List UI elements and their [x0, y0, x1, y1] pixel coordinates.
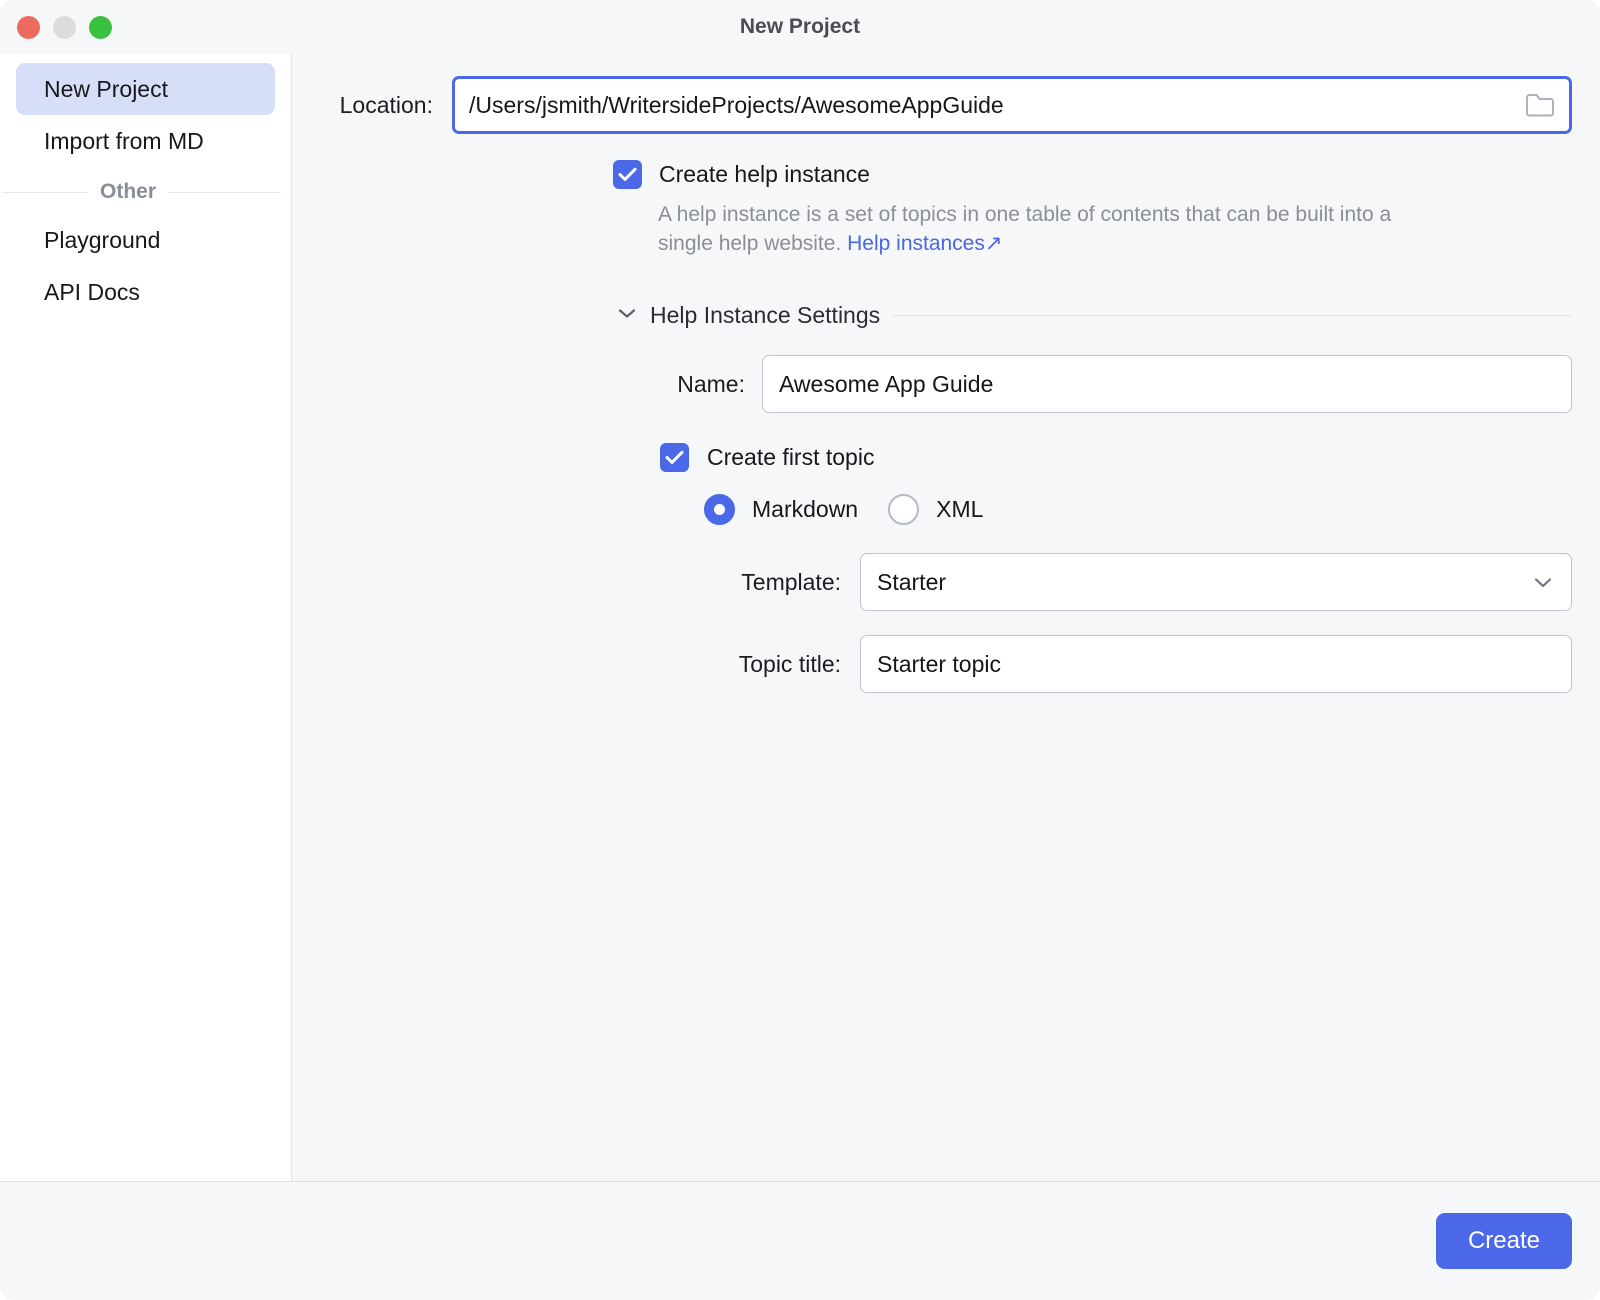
template-select[interactable]: Starter	[860, 553, 1572, 611]
radio-markdown[interactable]	[704, 494, 735, 525]
topic-title-input[interactable]: Starter topic	[860, 635, 1572, 693]
location-input[interactable]: /Users/jsmith/WritersideProjects/Awesome…	[452, 76, 1572, 134]
title-bar: New Project	[0, 0, 1600, 54]
sidebar-group-label: Other	[100, 180, 156, 204]
help-instances-link[interactable]: Help instances	[847, 232, 985, 255]
location-value: /Users/jsmith/WritersideProjects/Awesome…	[469, 92, 1004, 119]
sidebar-item-new-project[interactable]: New Project	[16, 63, 275, 115]
instance-name-label: Name:	[292, 371, 762, 398]
section-rule	[893, 315, 1572, 316]
new-project-dialog: New Project New Project Import from MD O…	[0, 0, 1600, 1300]
divider-line-left	[2, 192, 88, 193]
main-content: Location: /Users/jsmith/WritersideProjec…	[292, 54, 1600, 1181]
chevron-down-icon[interactable]	[1532, 569, 1554, 596]
template-value: Starter	[877, 569, 946, 596]
chevron-down-icon[interactable]	[617, 307, 637, 325]
help-instance-settings-title: Help Instance Settings	[650, 302, 880, 329]
help-instance-settings-header[interactable]: Help Instance Settings	[292, 302, 1600, 329]
help-instances-link-label: Help instances	[847, 232, 985, 255]
window-title: New Project	[0, 0, 1600, 54]
topic-format-radio-group: Markdown XML	[292, 494, 1600, 525]
folder-icon[interactable]	[1525, 92, 1555, 118]
template-label: Template:	[292, 569, 860, 596]
divider-line-right	[168, 192, 281, 193]
sidebar: New Project Import from MD Other Playgro…	[0, 54, 292, 1181]
template-row: Template: Starter	[292, 553, 1600, 611]
radio-markdown-label: Markdown	[752, 496, 858, 523]
topic-title-label: Topic title:	[292, 651, 860, 678]
create-first-topic-checkbox[interactable]	[660, 443, 689, 472]
dialog-body: New Project Import from MD Other Playgro…	[0, 54, 1600, 1181]
topic-title-value: Starter topic	[877, 651, 1001, 678]
instance-name-value: Awesome App Guide	[779, 371, 993, 398]
sidebar-item-label: Playground	[44, 227, 160, 254]
create-help-instance-label: Create help instance	[659, 161, 870, 188]
radio-dot	[714, 504, 725, 515]
location-label: Location:	[292, 92, 452, 119]
sidebar-item-playground[interactable]: Playground	[16, 214, 275, 266]
external-link-arrow-icon: ↗	[985, 232, 1003, 255]
instance-name-row: Name: Awesome App Guide	[292, 355, 1600, 413]
sidebar-group-other: Other	[0, 180, 281, 204]
close-window-icon[interactable]	[17, 16, 40, 39]
create-button[interactable]: Create	[1436, 1213, 1572, 1269]
sidebar-item-label: Import from MD	[44, 128, 204, 155]
sidebar-item-import-from-md[interactable]: Import from MD	[16, 115, 275, 167]
radio-xml[interactable]	[888, 494, 919, 525]
traffic-light-group	[17, 16, 112, 39]
dialog-footer: Create	[0, 1181, 1600, 1300]
create-help-instance-row[interactable]: Create help instance	[292, 160, 1600, 189]
create-help-instance-hint: A help instance is a set of topics in on…	[292, 200, 1600, 258]
sidebar-item-label: API Docs	[44, 279, 140, 306]
create-first-topic-row[interactable]: Create first topic	[292, 443, 1600, 472]
instance-name-input[interactable]: Awesome App Guide	[762, 355, 1572, 413]
location-row: Location: /Users/jsmith/WritersideProjec…	[292, 76, 1600, 134]
create-first-topic-label: Create first topic	[707, 444, 874, 471]
sidebar-item-label: New Project	[44, 76, 168, 103]
topic-title-row: Topic title: Starter topic	[292, 635, 1600, 693]
hint-text: A help instance is a set of topics in on…	[658, 203, 1391, 255]
minimize-window-icon[interactable]	[53, 16, 76, 39]
radio-xml-label: XML	[936, 496, 983, 523]
maximize-window-icon[interactable]	[89, 16, 112, 39]
sidebar-item-api-docs[interactable]: API Docs	[16, 266, 275, 318]
create-help-instance-checkbox[interactable]	[613, 160, 642, 189]
